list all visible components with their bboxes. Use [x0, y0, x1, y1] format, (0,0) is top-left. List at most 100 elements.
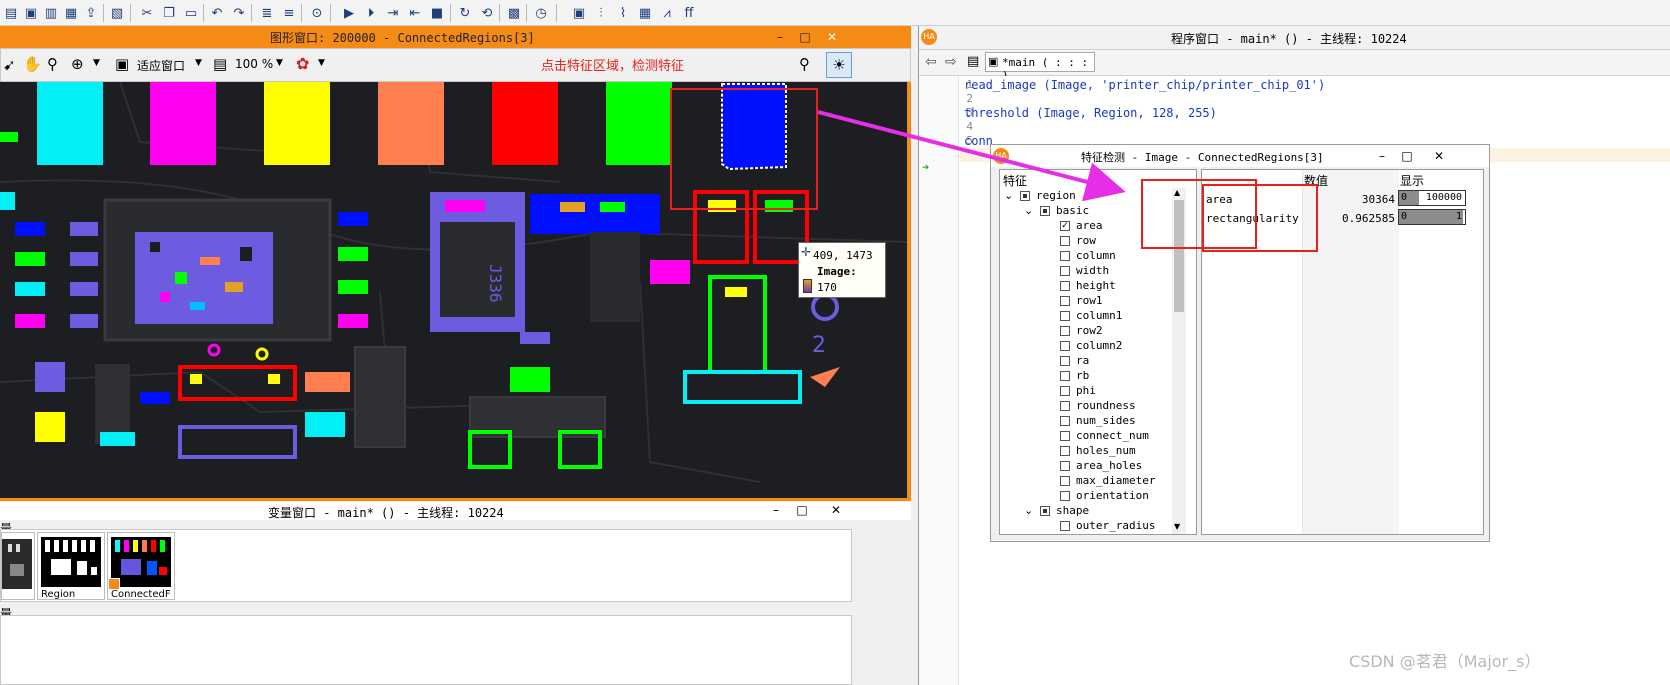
export-icon[interactable]: ⇪ — [82, 4, 100, 22]
code-line[interactable]: conn — [964, 134, 993, 148]
feature-checkbox[interactable] — [1060, 445, 1070, 456]
procedure-icon[interactable]: ▤ — [967, 54, 979, 69]
minimize-icon[interactable]: – — [768, 502, 784, 518]
feature-tree[interactable]: 特征 ⌄ region ⌄ basic ✓ area row column width heigh… — [999, 169, 1197, 535]
feature-tree-item-num-sides[interactable]: num_sides — [1044, 413, 1136, 428]
feature-checkbox[interactable] — [1060, 265, 1070, 276]
line-profile-icon[interactable]: ⌇ — [614, 4, 632, 22]
find-icon[interactable]: ⊙ — [308, 4, 326, 22]
feature-tree-item-row[interactable]: row — [1044, 233, 1096, 248]
image-thumbnail[interactable] — [1, 532, 35, 600]
image-display[interactable]: J336 2 409, 1473 Image: 170 ✛ — [0, 82, 907, 498]
connected-regions-thumbnail[interactable]: ConnectedF — [107, 532, 175, 600]
close-icon[interactable]: ✕ — [828, 502, 844, 518]
stop-icon[interactable]: ■ — [428, 4, 446, 22]
feature-tree-item-area-holes[interactable]: area_holes — [1044, 458, 1142, 473]
procedure-selector[interactable]: ▣ *main ( : : : ) — [985, 52, 1095, 82]
feature-checkbox[interactable] — [1060, 490, 1070, 501]
feature-checkbox[interactable] — [1060, 340, 1070, 351]
feature-tree-item-rb[interactable]: rb — [1044, 368, 1089, 383]
tree-scrollbar[interactable]: ▲ ▼ — [1172, 188, 1186, 534]
region-features-icon[interactable]: ▦ — [636, 4, 654, 22]
feature-checkbox[interactable] — [1060, 460, 1070, 471]
feature-checkbox[interactable] — [1060, 355, 1070, 366]
feature-tree-item-outer-radius[interactable]: outer_radius — [1044, 518, 1155, 533]
feature-checkbox[interactable] — [1060, 370, 1070, 381]
feature-checkbox[interactable] — [1060, 295, 1070, 306]
histogram-icon[interactable]: ⫶ — [592, 4, 610, 22]
forward-arrow-icon[interactable]: ⇨ — [945, 54, 957, 70]
chevron-down-icon[interactable]: ⌄ — [1004, 189, 1016, 202]
ocr-icon[interactable]: ﬀ — [680, 4, 698, 22]
close-icon[interactable]: ✕ — [824, 29, 840, 45]
run-icon[interactable]: ▶ — [340, 4, 358, 22]
feature-checkbox[interactable] — [1060, 520, 1070, 531]
load-icon[interactable]: ▩ — [505, 4, 523, 22]
profiler-icon[interactable]: ◷ — [532, 4, 550, 22]
feature-checkbox[interactable] — [1040, 205, 1050, 216]
paste-icon[interactable]: ▭ — [182, 4, 200, 22]
feature-checkbox[interactable] — [1040, 505, 1050, 516]
feature-tree-item-area[interactable]: ✓ area — [1044, 218, 1103, 233]
feature-tree-item-column1[interactable]: column1 — [1044, 308, 1122, 323]
back-arrow-icon[interactable]: ⇦ — [925, 54, 937, 70]
image-tools-icon[interactable]: ▣ — [570, 4, 588, 22]
copy-icon[interactable]: ❐ — [160, 4, 178, 22]
feature-tree-item-holes-num[interactable]: holes_num — [1044, 443, 1136, 458]
feature-checkbox[interactable] — [1020, 190, 1030, 201]
reset-all-icon[interactable]: ⟲ — [478, 4, 496, 22]
minimize-icon[interactable]: – — [772, 29, 788, 45]
feature-tree-item-height[interactable]: height — [1044, 278, 1116, 293]
zoom-in-icon[interactable]: ⊕ — [71, 55, 84, 73]
format-alt-icon[interactable]: ≡ — [280, 4, 298, 22]
feature-tree-item-row1[interactable]: row1 — [1044, 293, 1103, 308]
scroll-up-icon[interactable]: ▲ — [1174, 188, 1180, 197]
feature-tree-item-phi[interactable]: phi — [1044, 383, 1096, 398]
zoom-level-select[interactable]: 100 % — [235, 57, 273, 71]
feature-checkbox[interactable] — [1060, 250, 1070, 261]
open-image-icon[interactable]: ▤ — [2, 4, 20, 22]
chevron-down-icon[interactable]: ▼ — [276, 58, 283, 68]
feature-tree-item-roundness[interactable]: roundness — [1044, 398, 1136, 413]
open-program-icon[interactable]: ▣ — [22, 4, 40, 22]
lightbulb-icon[interactable]: ☀ — [826, 52, 852, 78]
feature-tree-item-orientation[interactable]: orientation — [1044, 488, 1149, 503]
code-line[interactable]: read_image (Image, 'printer_chip/printer… — [964, 78, 1325, 92]
region-thumbnail[interactable]: Region — [37, 532, 105, 600]
minimize-icon[interactable]: – — [1374, 148, 1390, 164]
scroll-down-icon[interactable]: ▼ — [1174, 522, 1180, 531]
feature-checkbox[interactable] — [1060, 415, 1070, 426]
feature-tree-item-basic[interactable]: ⌄ basic — [1024, 203, 1089, 218]
pointer-icon[interactable]: ➹ — [3, 56, 16, 74]
zoom-icon[interactable]: ⚲ — [47, 55, 58, 73]
feature-checkbox[interactable] — [1060, 400, 1070, 411]
feature-tree-item-column2[interactable]: column2 — [1044, 338, 1122, 353]
undo-icon[interactable]: ↶ — [208, 4, 226, 22]
feature-tree-item-region[interactable]: ⌄ region — [1004, 188, 1076, 203]
zoom-level-icon[interactable]: ▤ — [213, 55, 227, 73]
feature-checkbox[interactable] — [1060, 325, 1070, 336]
format-icon[interactable]: ≣ — [258, 4, 276, 22]
step-out-icon[interactable]: ⇤ — [406, 4, 424, 22]
feature-checkbox[interactable] — [1060, 430, 1070, 441]
scrollbar-thumb[interactable] — [1174, 200, 1184, 312]
close-icon[interactable]: ✕ — [1431, 148, 1447, 164]
redo-icon[interactable]: ↷ — [230, 4, 248, 22]
feature-tree-item-connect-num[interactable]: connect_num — [1044, 428, 1149, 443]
zoom-mode-select[interactable]: 适应窗口 — [137, 57, 185, 74]
maximize-icon[interactable]: □ — [794, 502, 810, 518]
feature-tree-item-max-diameter[interactable]: max_diameter — [1044, 473, 1155, 488]
chevron-down-icon[interactable]: ▼ — [195, 58, 202, 68]
chevron-down-icon[interactable]: ⌄ — [1024, 504, 1036, 517]
chevron-down-icon[interactable]: ▼ — [318, 58, 325, 68]
feature-tree-item-column[interactable]: column — [1044, 248, 1116, 263]
feature-tree-item-shape[interactable]: ⌄ shape — [1024, 503, 1089, 518]
fit-window-icon[interactable]: ▣ — [115, 55, 129, 73]
step-into-icon[interactable]: ⇥ — [384, 4, 402, 22]
save-icon[interactable]: ▥ — [42, 4, 60, 22]
reset-icon[interactable]: ↻ — [456, 4, 474, 22]
feature-checkbox[interactable] — [1060, 235, 1070, 246]
feature-checkbox[interactable]: ✓ — [1060, 220, 1070, 231]
feature-checkbox[interactable] — [1060, 385, 1070, 396]
color-palette-icon[interactable]: ✿ — [296, 54, 309, 73]
